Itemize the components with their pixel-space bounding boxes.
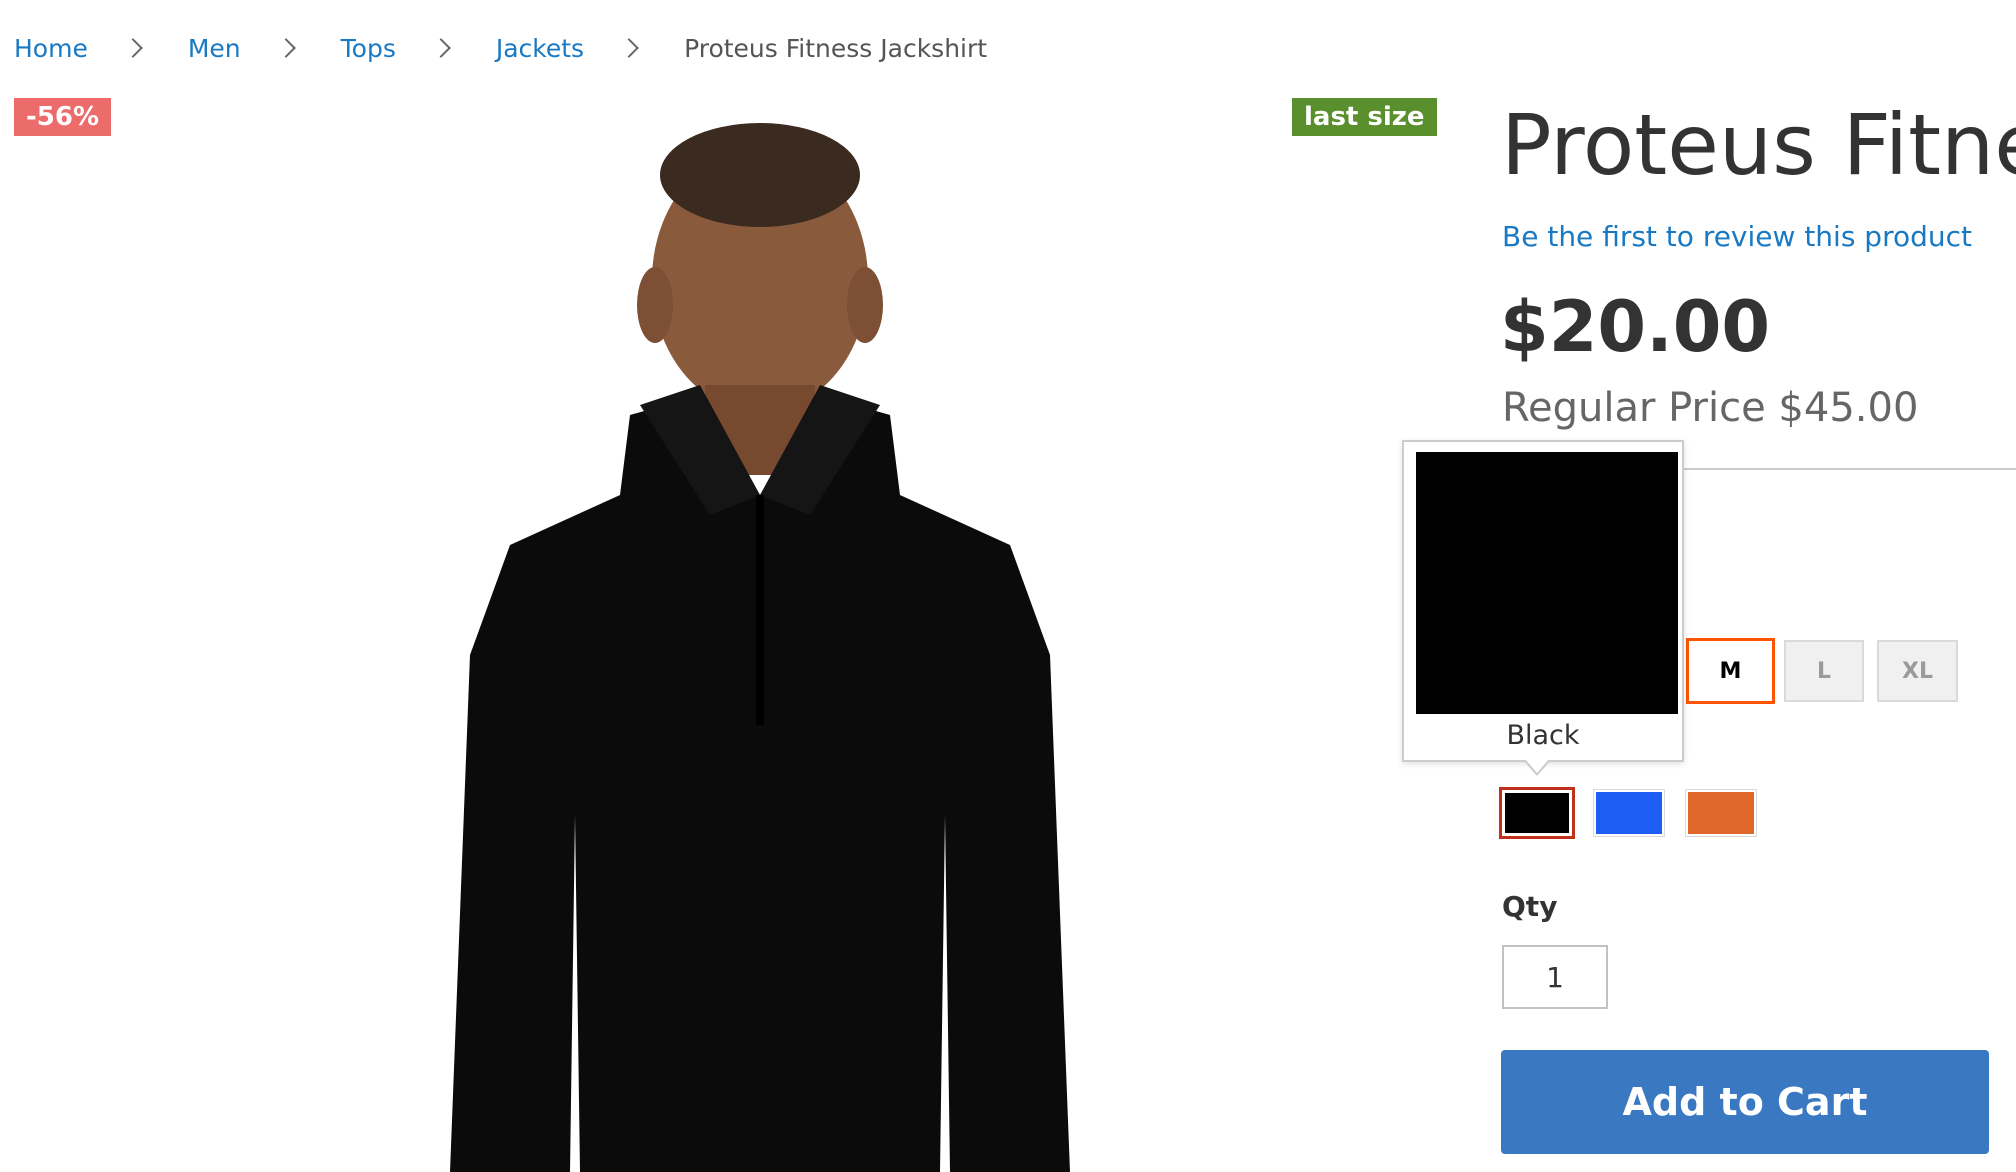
tooltip-label: Black xyxy=(1506,720,1580,751)
swatch-tooltip: Black xyxy=(1402,440,1684,762)
product-image[interactable] xyxy=(330,115,1130,1172)
tooltip-color-preview xyxy=(1416,452,1678,714)
discount-badge: -56% xyxy=(14,98,112,136)
breadcrumb-current: Proteus Fitness Jackshirt xyxy=(684,33,988,63)
breadcrumb-men[interactable]: Men xyxy=(188,34,241,63)
regular-price: Regular Price $45.00 xyxy=(1502,385,1919,431)
size-swatch-xl[interactable]: XL xyxy=(1877,640,1958,702)
breadcrumb-home[interactable]: Home xyxy=(14,34,88,63)
review-link[interactable]: Be the first to review this product xyxy=(1502,220,1972,253)
breadcrumb-tops[interactable]: Tops xyxy=(341,34,396,63)
tooltip-arrow-inner xyxy=(1525,759,1549,773)
model-hair xyxy=(660,123,860,227)
chevron-right-icon xyxy=(275,38,296,58)
add-to-cart-button[interactable]: Add to Cart xyxy=(1501,1050,1989,1154)
model-ear-right xyxy=(847,267,883,343)
size-swatch-m[interactable]: M xyxy=(1686,638,1775,704)
chevron-right-icon xyxy=(619,38,639,58)
color-swatch-blue[interactable] xyxy=(1593,789,1665,837)
color-swatch-black[interactable] xyxy=(1499,787,1575,839)
breadcrumb-jackets[interactable]: Jackets xyxy=(496,34,584,63)
size-swatch-l[interactable]: L xyxy=(1784,640,1864,702)
qty-input[interactable] xyxy=(1502,945,1608,1009)
jacket-zipper xyxy=(756,495,764,725)
chevron-right-icon xyxy=(430,38,451,58)
qty-label: Qty xyxy=(1502,890,1558,923)
last-size-badge: last size xyxy=(1292,98,1437,136)
chevron-right-icon xyxy=(122,38,143,58)
model-ear-left xyxy=(637,267,673,343)
final-price: $20.00 xyxy=(1500,286,1771,368)
color-swatch-orange[interactable] xyxy=(1685,789,1757,837)
breadcrumb: Home Men Tops Jackets Proteus Fitness Ja… xyxy=(14,28,987,68)
product-title: Proteus Fitnes xyxy=(1501,96,2016,194)
